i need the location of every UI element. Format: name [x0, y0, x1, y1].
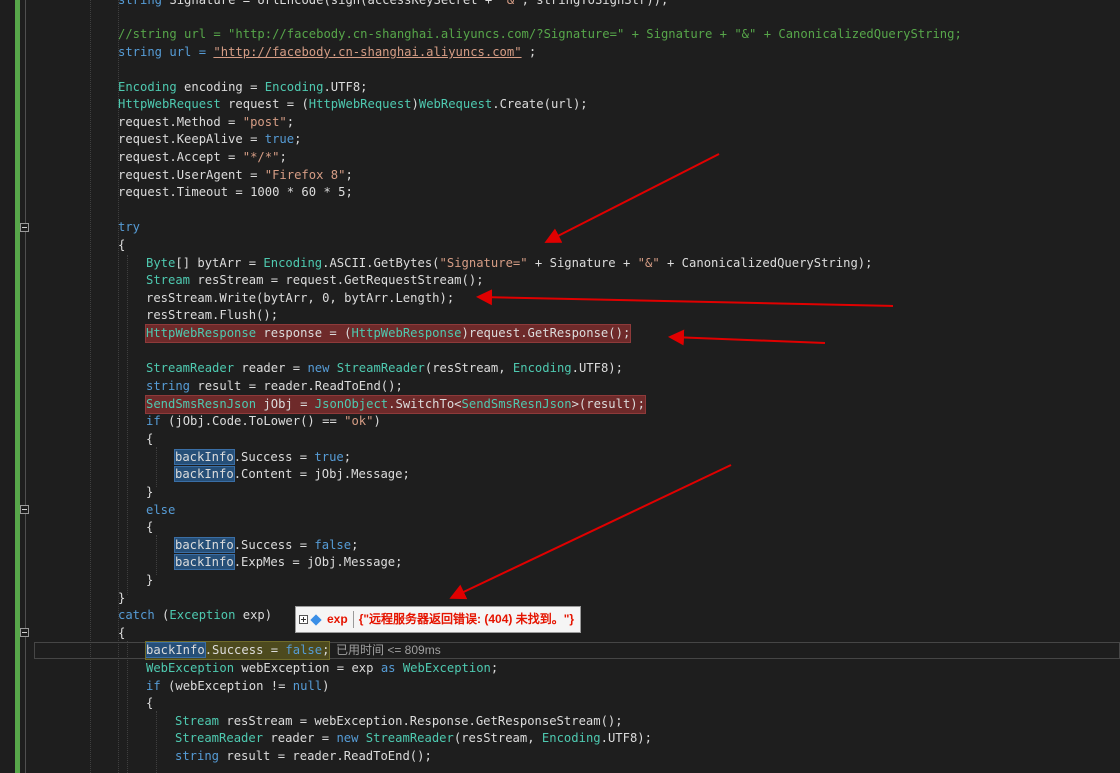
code-line-31[interactable]: }	[118, 590, 125, 607]
code-line-39[interactable]: StreamReader reader = new StreamReader(r…	[175, 730, 652, 747]
code-line-catch[interactable]: catch (Exception exp)	[118, 607, 272, 624]
code-line-21[interactable]: if (jObj.Code.ToLower() == "ok")	[146, 413, 381, 430]
code-editor[interactable]: string Signature = UrlEncode(sign(access…	[34, 0, 1120, 773]
outlining-line	[25, 0, 26, 773]
indent-guide	[127, 255, 128, 595]
datatip-divider	[352, 611, 354, 628]
code-line-25[interactable]: }	[146, 484, 153, 501]
code-token: string url =	[118, 45, 214, 59]
code-line-18[interactable]: StreamReader reader = new StreamReader(r…	[146, 360, 623, 377]
code-line-7[interactable]: request.KeepAlive = true;	[118, 131, 301, 148]
code-line-24[interactable]: backInfo.Content = jObj.Message;	[174, 466, 410, 483]
code-line-29[interactable]: backInfo.ExpMes = jObj.Message;	[174, 554, 402, 571]
plus-box-icon[interactable]	[299, 615, 308, 624]
field-icon	[310, 613, 322, 626]
datatip-variable-name: exp	[327, 612, 348, 626]
indent-guide	[156, 447, 157, 487]
code-line-22[interactable]: {	[146, 431, 153, 448]
code-line-38[interactable]: Stream resStream = webException.Response…	[175, 713, 623, 730]
code-line-27[interactable]: {	[146, 519, 153, 536]
change-tracking-bar	[15, 0, 20, 773]
code-line-6[interactable]: request.Method = "post";	[118, 114, 294, 131]
collapse-else-block-icon[interactable]	[20, 505, 29, 514]
code-line-37[interactable]: {	[146, 695, 153, 712]
indent-guide	[156, 711, 157, 773]
breakpoint-line-getresponse[interactable]: HttpWebResponse response = (HttpWebRespo…	[144, 324, 632, 343]
code-line-40[interactable]: string result = reader.ReadToEnd();	[175, 748, 432, 765]
code-line-14[interactable]: Stream resStream = request.GetRequestStr…	[146, 272, 484, 289]
indent-guide	[156, 535, 157, 575]
code-line-36[interactable]: if (webException != null)	[146, 678, 329, 695]
code-line-33[interactable]: {	[118, 625, 125, 642]
debugger-datatip[interactable]: exp {"远程服务器返回错误: (404) 未找到。"}	[295, 606, 582, 633]
code-line-16[interactable]: resStream.Flush();	[146, 307, 278, 324]
code-line-13[interactable]: Byte[] bytArr = Encoding.ASCII.GetBytes(…	[146, 255, 872, 272]
code-line-2[interactable]: //string url = "http://facebody.cn-shang…	[118, 26, 962, 43]
code-line-4[interactable]: Encoding encoding = Encoding.UTF8;	[118, 79, 368, 96]
code-line-10[interactable]: request.Timeout = 1000 * 60 * 5;	[118, 184, 353, 201]
code-line-15[interactable]: resStream.Write(bytArr, 0, bytArr.Length…	[146, 290, 454, 307]
current-statement-line[interactable]: backInfo.Success = false;	[144, 641, 331, 660]
code-line-23[interactable]: backInfo.Success = true;	[174, 449, 351, 466]
code-line-9[interactable]: request.UserAgent = "Firefox 8";	[118, 167, 353, 184]
code-line-35[interactable]: WebException webException = exp as WebEx…	[146, 660, 498, 677]
code-line-28[interactable]: backInfo.Success = false;	[174, 537, 358, 554]
code-line-3[interactable]: string url = "http://facebody.cn-shangha…	[118, 44, 536, 61]
code-line-19[interactable]: string result = reader.ReadToEnd();	[146, 378, 403, 395]
code-line-30[interactable]: }	[146, 572, 153, 589]
url-link[interactable]: "http://facebody.cn-shanghai.aliyuncs.co…	[213, 45, 521, 59]
code-line-else[interactable]: else	[146, 502, 175, 519]
code-line-5[interactable]: HttpWebRequest request = (HttpWebRequest…	[118, 96, 588, 113]
collapse-try-block-icon[interactable]	[20, 223, 29, 232]
code-line-8[interactable]: request.Accept = "*/*";	[118, 149, 287, 166]
datatip-value[interactable]: {"远程服务器返回错误: (404) 未找到。"}	[359, 607, 574, 632]
code-line-try[interactable]: try	[118, 219, 140, 236]
indent-guide	[127, 641, 128, 773]
code-line-1[interactable]: string Signature = UrlEncode(sign(access…	[118, 0, 668, 9]
breakpoint-line-switchto[interactable]: SendSmsResnJson jObj = JsonObject.Switch…	[145, 395, 646, 414]
code-token: ;	[521, 45, 537, 59]
code-line-open-brace[interactable]: {	[118, 237, 125, 254]
collapse-catch-block-icon[interactable]	[20, 628, 29, 637]
perf-tip[interactable]: 已用时间 <= 809ms	[336, 643, 441, 658]
